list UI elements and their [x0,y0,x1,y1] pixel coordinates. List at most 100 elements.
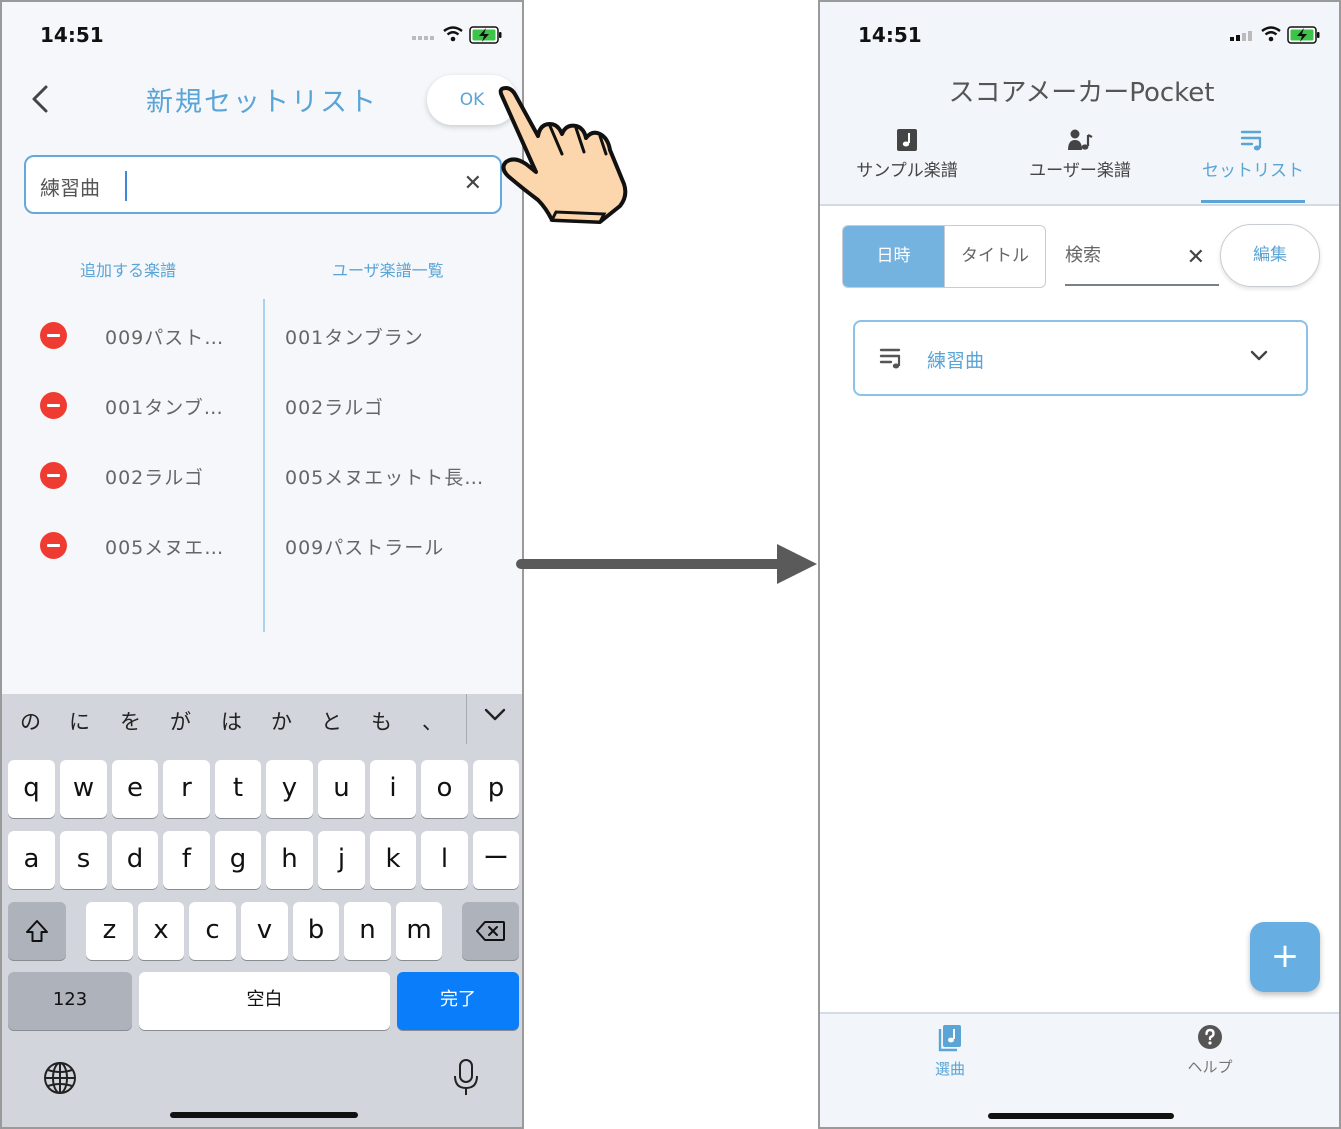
clear-input-icon[interactable]: ✕ [464,171,482,196]
candidate-word[interactable]: か [271,706,292,736]
home-indicator [988,1113,1174,1119]
tab-user-scores[interactable]: ユーザー楽譜 [1000,128,1160,181]
tab-label: セットリスト [1202,161,1304,181]
key[interactable]: l [421,831,468,889]
key[interactable]: h [266,831,313,889]
sort-toggle: 日時 タイトル [842,225,1046,288]
search-placeholder: 検索 [1065,245,1101,266]
candidate-word[interactable]: の [20,706,41,736]
page-title: 新規セットリスト [146,87,378,118]
user-score-item[interactable]: 005メヌエットト長… [285,463,484,490]
app-header: 14:51 スコアメーカーPocket サンプル楽譜 ユーザー楽譜 セットリスト [820,2,1339,206]
key[interactable]: a [8,831,55,889]
added-score-title: 001タンブ… [105,397,224,419]
setlist-name-value: 練習曲 [40,176,100,200]
active-tab-indicator [1201,200,1305,203]
key[interactable]: j [318,831,365,889]
key[interactable]: e [112,760,158,818]
status-time: 14:51 [858,23,922,47]
clear-search-icon[interactable]: ✕ [1187,245,1205,270]
key[interactable]: w [60,760,107,818]
key[interactable]: t [215,760,261,818]
remove-icon[interactable] [40,322,67,349]
add-setlist-button[interactable]: + [1250,922,1320,992]
space-key[interactable]: 空白 [139,972,390,1030]
user-score-item[interactable]: 001タンブラン [285,323,424,350]
key[interactable]: s [60,831,107,889]
bottom-tab-label: ヘルプ [1187,1058,1233,1076]
music-book-icon [938,1025,961,1052]
done-key[interactable]: 完了 [397,972,519,1030]
key[interactable]: ー [473,831,519,889]
key[interactable]: n [344,902,391,960]
user-score-item[interactable]: 009パストラール [285,533,444,560]
bottom-tab-help[interactable]: ヘルプ [1150,1024,1270,1077]
key[interactable]: b [293,902,339,960]
setlist-item[interactable]: 練習曲 [853,320,1308,396]
candidate-word[interactable]: が [170,706,191,736]
added-scores-header: 追加する楽譜 [80,261,177,280]
app-title: スコアメーカーPocket [948,78,1215,108]
key[interactable]: c [189,902,236,960]
playlist-icon [1240,130,1262,151]
microphone-icon[interactable] [452,1058,480,1098]
candidate-divider [466,694,467,744]
home-indicator [170,1112,358,1118]
candidate-word[interactable]: を [120,706,141,736]
setlist-name: 練習曲 [927,350,985,372]
user-score-item[interactable]: 002ラルゴ [285,393,384,420]
key[interactable]: f [163,831,210,889]
user-music-icon [1068,129,1093,150]
candidate-word[interactable]: に [69,706,90,736]
key[interactable]: u [318,760,365,818]
shift-arrow-icon [26,920,48,942]
sort-by-date-button[interactable]: 日時 [843,226,944,287]
remove-icon[interactable] [40,392,67,419]
status-time: 14:51 [40,23,104,47]
expand-candidates-icon[interactable] [484,708,506,722]
key[interactable]: z [86,902,133,960]
sort-by-title-button[interactable]: タイトル [944,226,1045,287]
key[interactable]: v [241,902,288,960]
bottom-tab-select-song[interactable]: 選曲 [890,1024,1010,1079]
remove-icon[interactable] [40,532,67,559]
key[interactable]: i [370,760,416,818]
new-setlist-screen: 14:51 新規セットリスト OK 練習曲 ✕ 追加する楽譜 ユーザ楽譜一覧 0… [0,0,524,1129]
numbers-key[interactable]: 123 [8,972,132,1030]
playlist-icon [879,348,901,369]
remove-icon[interactable] [40,462,67,489]
key[interactable]: k [370,831,416,889]
setlist-name-input[interactable]: 練習曲 ✕ [24,155,502,214]
edit-button[interactable]: 編集 [1220,224,1320,287]
tab-setlist[interactable]: セットリスト [1173,128,1333,181]
shift-key[interactable] [8,902,66,960]
key[interactable]: x [138,902,184,960]
added-score-title: 005メヌエ… [105,537,225,559]
key[interactable]: m [396,902,442,960]
bottom-tab-label: 選曲 [934,1060,965,1078]
sheet-music-icon [897,129,917,151]
status-bar: 14:51 [820,2,1339,68]
battery-charging-icon [1287,26,1320,44]
candidate-word[interactable]: 、 [422,706,443,736]
search-input[interactable]: 検索 ✕ [1065,228,1219,286]
candidate-word[interactable]: と [321,706,342,736]
text-caret [125,171,127,201]
keyboard: の に を が は か と も 、 q w e r t y u i o p a … [2,694,522,1127]
key[interactable]: y [266,760,313,818]
candidate-word[interactable]: も [371,706,392,736]
chevron-down-icon[interactable] [1250,350,1268,362]
globe-icon[interactable] [42,1060,78,1096]
key[interactable]: g [215,831,261,889]
key[interactable]: o [421,760,468,818]
key[interactable]: r [163,760,210,818]
candidate-word[interactable]: は [221,706,242,736]
key[interactable]: d [112,831,158,889]
key[interactable]: q [8,760,55,818]
backspace-key[interactable] [462,902,519,960]
setlist-screen: 14:51 スコアメーカーPocket サンプル楽譜 ユーザー楽譜 セットリスト… [818,0,1341,1129]
tab-sample-scores[interactable]: サンプル楽譜 [827,128,987,181]
key[interactable]: p [473,760,519,818]
tap-hand-icon [498,86,628,224]
back-chevron-icon[interactable] [26,82,56,116]
